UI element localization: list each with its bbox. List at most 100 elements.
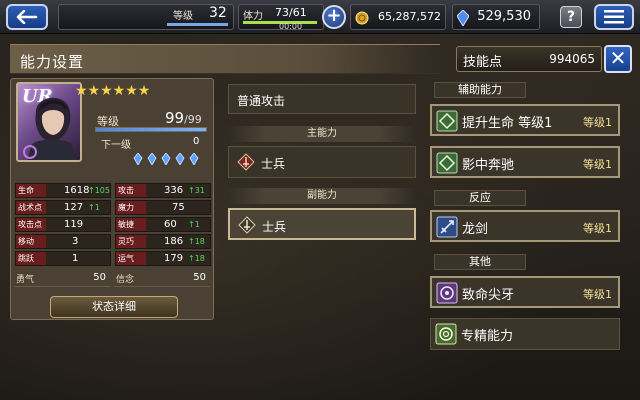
character-portrait-image — [23, 97, 77, 160]
stat-row: 战术点 127 ↑1 魔力 75 — [15, 200, 211, 217]
stats-table: 生命 1618 ↑105 攻击 336 ↑31 战术点 127 ↑1 魔力 75 攻击点 119… — [15, 183, 211, 268]
crystal-icon — [457, 10, 469, 26]
close-button[interactable]: ✕ — [604, 45, 632, 73]
stat-value: 1 — [72, 253, 79, 264]
player-level-value: 32 — [209, 5, 227, 21]
stamina-box: 体力 73/61 00:00 — [238, 4, 324, 31]
reaction-ability-name: 龙剑 — [462, 222, 489, 237]
stat-value: 186 — [164, 236, 184, 247]
stat-cell: 敏捷 60 ↑1 — [115, 217, 211, 232]
stat-name: 攻击点 — [16, 218, 46, 231]
stat-bonus: ↑105 — [88, 186, 110, 195]
stat-cell: 生命 1618 ↑105 — [15, 183, 111, 198]
primary-ability-slot[interactable]: 士兵 — [228, 146, 416, 178]
gil-box: 65,287,572 — [350, 4, 446, 30]
gil-value: 65,287,572 — [378, 10, 441, 23]
stat-name: 战术点 — [16, 201, 46, 214]
secondary-ability-slot[interactable]: 士兵 — [228, 208, 416, 240]
primary-ability-value: 士兵 — [261, 157, 286, 171]
stat-bonus: ↑31 — [188, 186, 205, 195]
sword-job-icon — [237, 153, 255, 171]
char-level-max: /99 — [184, 113, 202, 126]
support-ability-icon — [436, 152, 458, 174]
stamina-timer: 00:00 — [279, 22, 303, 31]
support-ability-slot-1[interactable]: 提升生命 等级1 等级1 — [430, 104, 620, 136]
ability-slots-panel: 普通攻击 主能力 士兵 副能力 士兵 — [222, 78, 422, 320]
other-ability-slot-2[interactable]: 专精能力 — [430, 318, 620, 350]
other-ability-slot-1[interactable]: 致命尖牙 等级1 — [430, 276, 620, 308]
close-icon: ✕ — [609, 46, 627, 70]
next-level-value: 0 — [193, 136, 200, 147]
stat-value: 336 — [164, 185, 184, 196]
player-level-bar — [167, 23, 229, 26]
stat-row: 跳跃 1 运气 179 ↑18 — [15, 251, 211, 268]
support-ability-slot-2[interactable]: 影中奔驰 等级1 — [430, 146, 620, 178]
char-level-value: 99/99 — [165, 109, 202, 127]
support-abilities-panel: 辅助能力 提升生命 等级1 等级1 影中奔驰 等级1 反应 龙剑 等级1 其他 — [428, 78, 624, 350]
skill-points-box: 技能点 994065 — [456, 46, 602, 72]
dragon-sword-icon — [436, 216, 458, 238]
other-ability-name: 致命尖牙 — [462, 288, 515, 303]
faith-cell: 信念 50 — [114, 272, 210, 287]
stat-cell: 灵巧 186 ↑18 — [115, 234, 211, 249]
mastery-ability-icon — [435, 323, 457, 345]
stat-row: 生命 1618 ↑105 攻击 336 ↑31 — [15, 183, 211, 200]
reaction-ability-slot[interactable]: 龙剑 等级1 — [430, 210, 620, 242]
stamina-label: 体力 — [243, 11, 263, 22]
stat-value: 3 — [72, 236, 79, 247]
hamburger-menu-icon — [604, 10, 624, 24]
stat-bonus: ↑1 — [88, 203, 100, 212]
normal-attack-slot[interactable]: 普通攻击 — [228, 84, 416, 114]
stat-value: 60 — [164, 219, 177, 230]
stat-bonus: ↑18 — [188, 237, 205, 246]
stat-row: 移动 3 灵巧 186 ↑18 — [15, 234, 211, 251]
support-ability-name: 影中奔驰 — [462, 158, 515, 173]
fang-ability-icon — [436, 282, 458, 304]
sword-job-icon — [238, 216, 256, 234]
stat-name: 跳跃 — [16, 252, 46, 265]
other-ability-name: 专精能力 — [461, 329, 514, 344]
bravery-value: 50 — [93, 272, 106, 283]
stat-name: 魔力 — [116, 201, 146, 214]
skill-points-label: 技能点 — [463, 55, 503, 70]
bravery-label: 勇气 — [16, 275, 35, 285]
support-ability-name: 提升生命 等级1 — [462, 116, 553, 131]
other-ability-label: 其他 — [434, 254, 526, 270]
help-button[interactable]: ? — [560, 6, 582, 28]
stat-bonus: ↑1 — [188, 220, 200, 229]
stat-name: 敏捷 — [116, 218, 146, 231]
stat-name: 灵巧 — [116, 235, 146, 248]
player-level-box: 等级 32 — [58, 4, 234, 30]
support-ability-label: 辅助能力 — [434, 82, 526, 98]
stat-bonus: ↑18 — [188, 254, 205, 263]
faith-label: 信念 — [116, 275, 135, 285]
stat-value: 1618 — [64, 185, 90, 196]
stat-cell: 移动 3 — [15, 234, 111, 249]
character-portrait[interactable]: UR — [16, 82, 82, 162]
stat-cell: 运气 179 ↑18 — [115, 251, 211, 266]
stat-value: 75 — [172, 202, 185, 213]
stat-value: 127 — [64, 202, 84, 213]
other-ability-level: 等级1 — [583, 288, 612, 301]
stat-value: 119 — [64, 219, 84, 230]
stat-cell: 攻击点 119 — [15, 217, 111, 232]
xp-bar — [95, 127, 207, 132]
support-ability-level: 等级1 — [583, 116, 612, 129]
page-title: 能力设置 — [20, 53, 85, 71]
back-button[interactable] — [6, 4, 48, 30]
reaction-ability-level: 等级1 — [583, 222, 612, 235]
bravery-cell: 勇气 50 — [14, 272, 110, 287]
char-level-current: 99 — [165, 109, 185, 127]
skill-points-value: 994065 — [549, 52, 595, 66]
menu-button[interactable] — [594, 4, 634, 30]
bravery-faith-row: 勇气 50 信念 50 — [14, 272, 210, 288]
add-stamina-button[interactable]: + — [322, 5, 346, 29]
faith-value: 50 — [193, 272, 206, 283]
player-level-label: 等级 — [173, 11, 193, 22]
top-bar: 等级 32 体力 73/61 00:00 + 65,287,572 529,53… — [0, 0, 640, 34]
status-detail-button[interactable]: 状态详细 — [50, 296, 178, 318]
stat-name: 生命 — [16, 184, 46, 197]
next-level-label: 下一级 — [101, 140, 131, 151]
stat-row: 攻击点 119 敏捷 60 ↑1 — [15, 217, 211, 234]
stamina-value: 73/61 — [275, 6, 307, 19]
